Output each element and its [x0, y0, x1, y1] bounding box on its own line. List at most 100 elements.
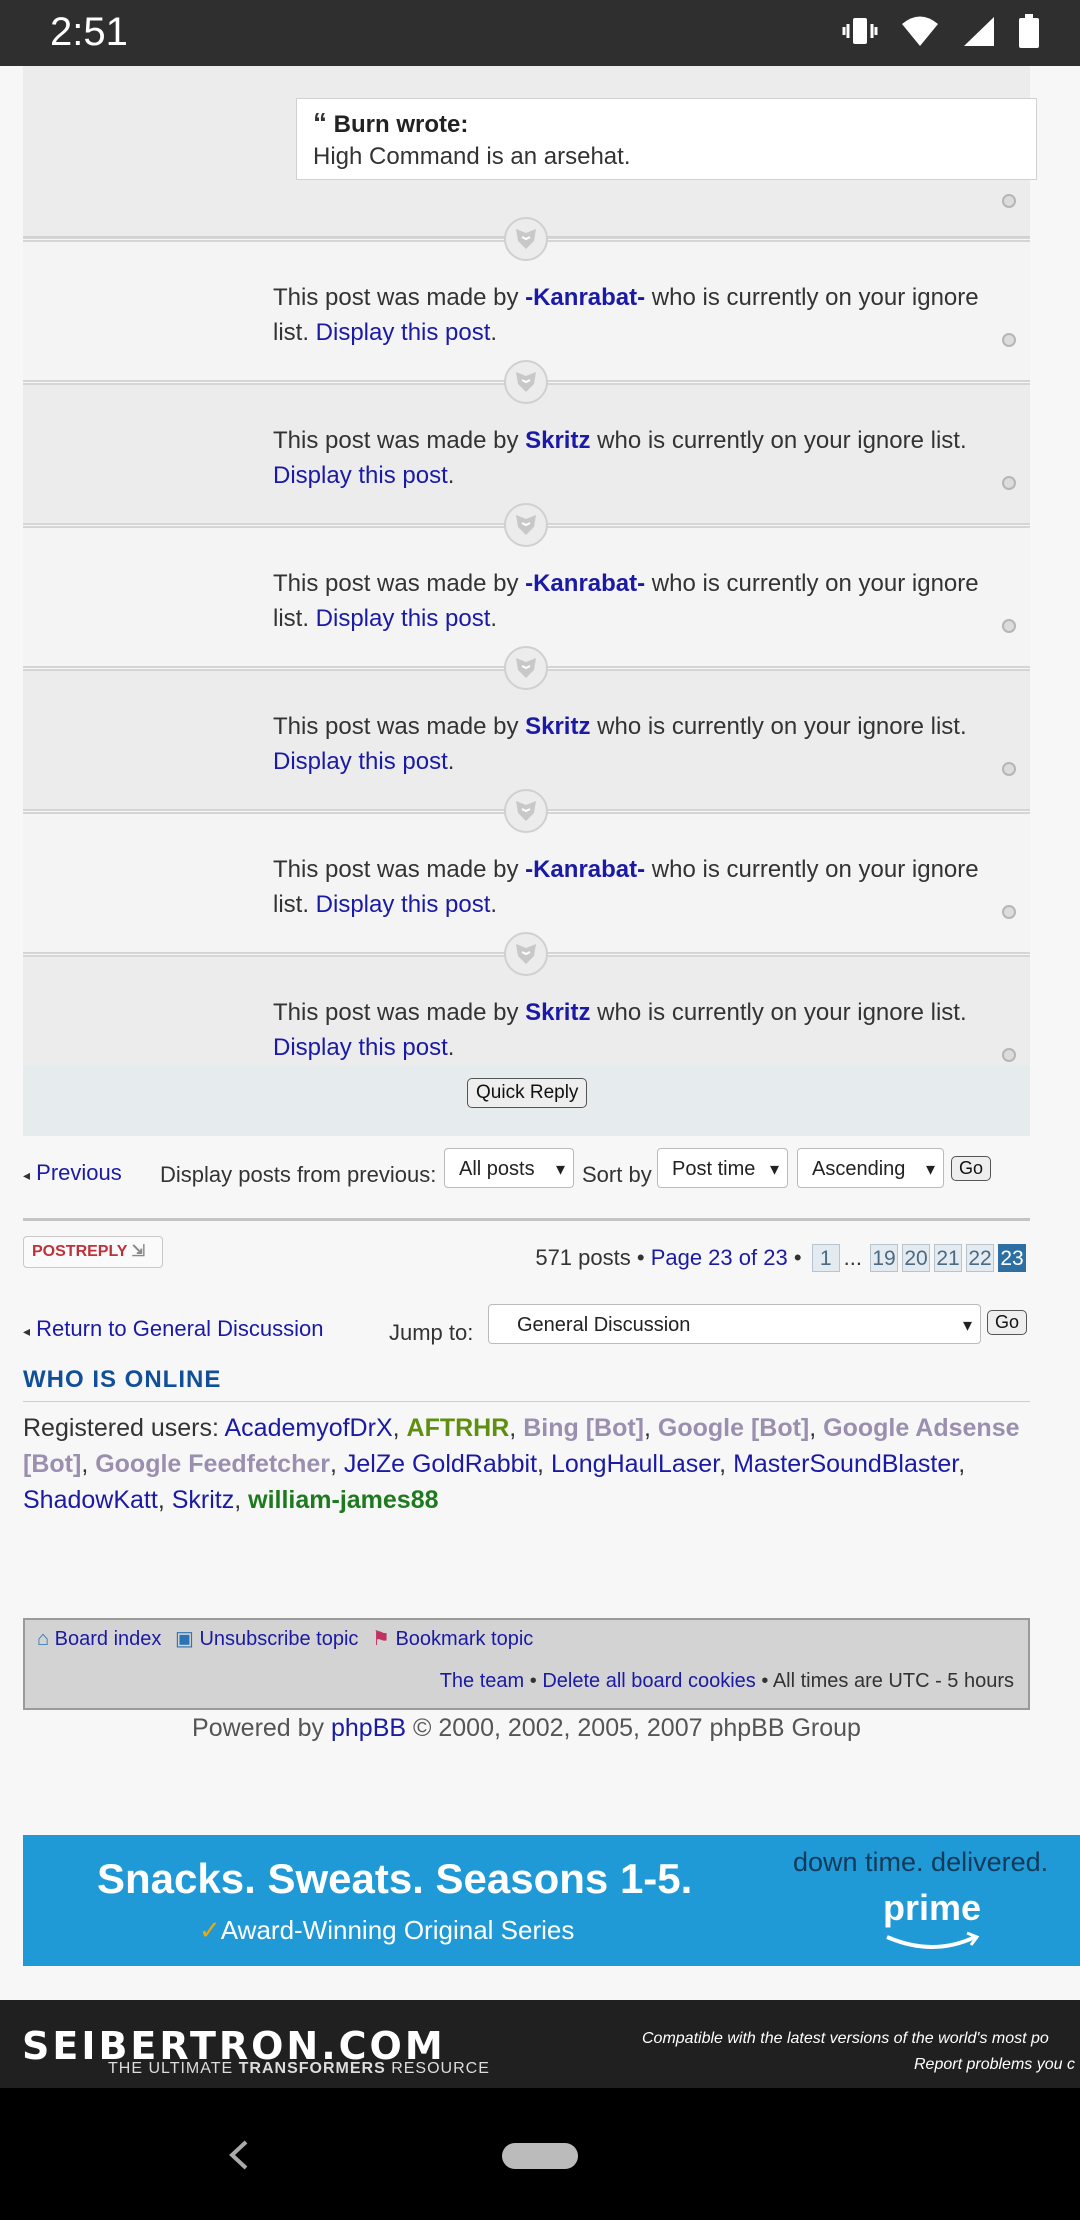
post-author-link[interactable]: Skritz [525, 713, 590, 740]
nav-footer: ⌂ Board index ▣ Unsubscribe topic ⚑ Book… [23, 1618, 1030, 1710]
page-link[interactable]: 19 [870, 1244, 898, 1272]
post-author-link[interactable]: Skritz [525, 999, 590, 1026]
bookmark-link[interactable]: Bookmark topic [395, 1628, 533, 1650]
decepticon-logo-icon [504, 789, 548, 833]
quote-block: “ Burn wrote: High Command is an arsehat… [296, 98, 1037, 180]
jump-to-select[interactable]: General Discussion [488, 1304, 981, 1345]
back-to-top-icon[interactable] [1002, 194, 1016, 208]
battery-icon [1019, 14, 1039, 48]
quote-header: Burn wrote: [333, 111, 469, 138]
display-posts-select[interactable]: All posts [444, 1148, 574, 1189]
home-pill[interactable] [502, 2143, 578, 2169]
post-text-suffix: who is currently on your ignore list. [590, 713, 967, 740]
back-to-top-icon[interactable] [1002, 476, 1016, 490]
post-text-suffix: who is currently on your ignore list. [590, 999, 967, 1026]
board-index-link[interactable]: Board index [55, 1628, 162, 1650]
status-bar: 2:51 [0, 0, 1080, 66]
quick-reply-bar: Quick Reply [23, 1066, 1030, 1136]
display-post-link[interactable]: Display this post [273, 462, 448, 489]
decepticon-logo-icon [504, 932, 548, 976]
team-link[interactable]: The team [440, 1670, 524, 1692]
quote-icon: “ [313, 107, 327, 138]
compat-text: Compatible with the latest versions of t… [642, 2030, 1049, 2047]
previous-link[interactable]: Previous [36, 1160, 122, 1185]
post-text-prefix: This post was made by [273, 427, 526, 454]
display-post-link[interactable]: Display this post [273, 1034, 448, 1061]
display-post-link[interactable]: Display this post [316, 891, 491, 918]
ignored-post-text: This post was made by Skritz who is curr… [273, 995, 1000, 1065]
sort-by-label: Sort by [582, 1162, 652, 1187]
page: “ Burn wrote: High Command is an arsehat… [0, 66, 1080, 2000]
phpbb-link[interactable]: phpBB [331, 1714, 406, 1742]
post-author-link[interactable]: -Kanrabat- [525, 570, 645, 597]
online-user-link[interactable]: william-james88 [248, 1486, 438, 1514]
check-icon: ✓ [199, 1915, 221, 1945]
back-to-top-icon[interactable] [1002, 619, 1016, 633]
ad-tagline: down time. delivered. [793, 1847, 1049, 1877]
posts-count: 571 posts [535, 1245, 631, 1270]
unsubscribe-icon: ▣ [174, 1628, 194, 1650]
delete-cookies-link[interactable]: Delete all board cookies [542, 1670, 755, 1692]
online-user-link[interactable]: JelZe GoldRabbit [344, 1450, 537, 1478]
jump-to-label: Jump to: [389, 1320, 474, 1345]
post-text-end: . [447, 462, 455, 489]
page-ellipsis: ... [843, 1245, 862, 1270]
sort-order-select[interactable]: Ascending [797, 1148, 944, 1189]
decepticon-logo-icon [504, 360, 548, 404]
online-user-link[interactable]: AFTRHR [407, 1414, 510, 1442]
chevron-left-icon: ◂ [23, 1167, 31, 1183]
online-user-link[interactable]: ShadowKatt [23, 1486, 158, 1514]
online-user-link[interactable]: MasterSoundBlaster [733, 1450, 958, 1478]
display-posts-label: Display posts from previous: [160, 1162, 437, 1187]
who-is-online-title: WHO IS ONLINE [23, 1366, 222, 1393]
display-post-link[interactable]: Display this post [273, 748, 448, 775]
online-user-link[interactable]: Google [Bot] [658, 1414, 809, 1442]
unsubscribe-link[interactable]: Unsubscribe topic [199, 1628, 358, 1650]
online-user-link[interactable]: LongHaulLaser [551, 1450, 719, 1478]
post-reply-button[interactable]: POSTREPLY ⇲ [23, 1236, 163, 1268]
signal-icon [964, 17, 994, 46]
back-icon[interactable] [224, 2138, 254, 2172]
powered-by: Powered by phpBB © 2000, 2002, 2005, 200… [192, 1714, 861, 1742]
post-author-link[interactable]: -Kanrabat- [525, 856, 645, 883]
ignored-post-text: This post was made by -Kanrabat- who is … [273, 566, 1000, 636]
display-post-link[interactable]: Display this post [316, 319, 491, 346]
post-author-link[interactable]: -Kanrabat- [525, 284, 645, 311]
post-text-end: . [447, 1034, 455, 1061]
advertisement-banner[interactable]: Snacks. Sweats. Seasons 1-5. ✓Award-Winn… [23, 1835, 1080, 1966]
quick-reply-button[interactable]: Quick Reply [467, 1078, 588, 1108]
page-link[interactable]: 20 [902, 1244, 930, 1272]
ignored-post-text: This post was made by -Kanrabat- who is … [273, 280, 1000, 350]
sort-go-button[interactable]: Go [951, 1156, 992, 1181]
display-post-link[interactable]: Display this post [316, 605, 491, 632]
chevron-left-icon: ◂ [23, 1323, 31, 1339]
back-to-top-icon[interactable] [1002, 762, 1016, 776]
jump-go-button[interactable]: Go [987, 1310, 1028, 1335]
post-text-end: . [490, 605, 498, 632]
page-link[interactable]: 23 [998, 1244, 1026, 1272]
vibrate-icon [842, 18, 878, 44]
back-to-top-icon[interactable] [1002, 905, 1016, 919]
online-user-link[interactable]: AcademyofDrX [225, 1414, 393, 1442]
decepticon-logo-icon [504, 646, 548, 690]
ad-subline: Award-Winning Original Series [220, 1915, 575, 1945]
post-text-end: . [447, 748, 455, 775]
page-indicator[interactable]: Page 23 of 23 [651, 1245, 788, 1270]
home-icon: ⌂ [37, 1628, 50, 1650]
page-link[interactable]: 22 [966, 1244, 994, 1272]
online-user-link[interactable]: Skritz [172, 1486, 235, 1514]
post-author-link[interactable]: Skritz [525, 427, 590, 454]
back-to-top-icon[interactable] [1002, 1048, 1016, 1062]
back-to-top-icon[interactable] [1002, 333, 1016, 347]
divider [23, 1401, 1030, 1402]
wifi-icon [902, 16, 938, 46]
prime-logo: prime [883, 1887, 982, 1928]
online-user-link[interactable]: Bing [Bot] [523, 1414, 644, 1442]
page-link[interactable]: 1 [811, 1244, 840, 1272]
sort-key-select[interactable]: Post time [657, 1148, 788, 1189]
decepticon-logo-icon [504, 217, 548, 261]
page-link[interactable]: 21 [934, 1244, 962, 1272]
pagination: 571 posts • Page 23 of 23 • 1... 19 20 21 22… [535, 1244, 1026, 1272]
online-user-link[interactable]: Google Feedfetcher [95, 1450, 330, 1478]
return-link[interactable]: Return to General Discussion [36, 1316, 323, 1341]
